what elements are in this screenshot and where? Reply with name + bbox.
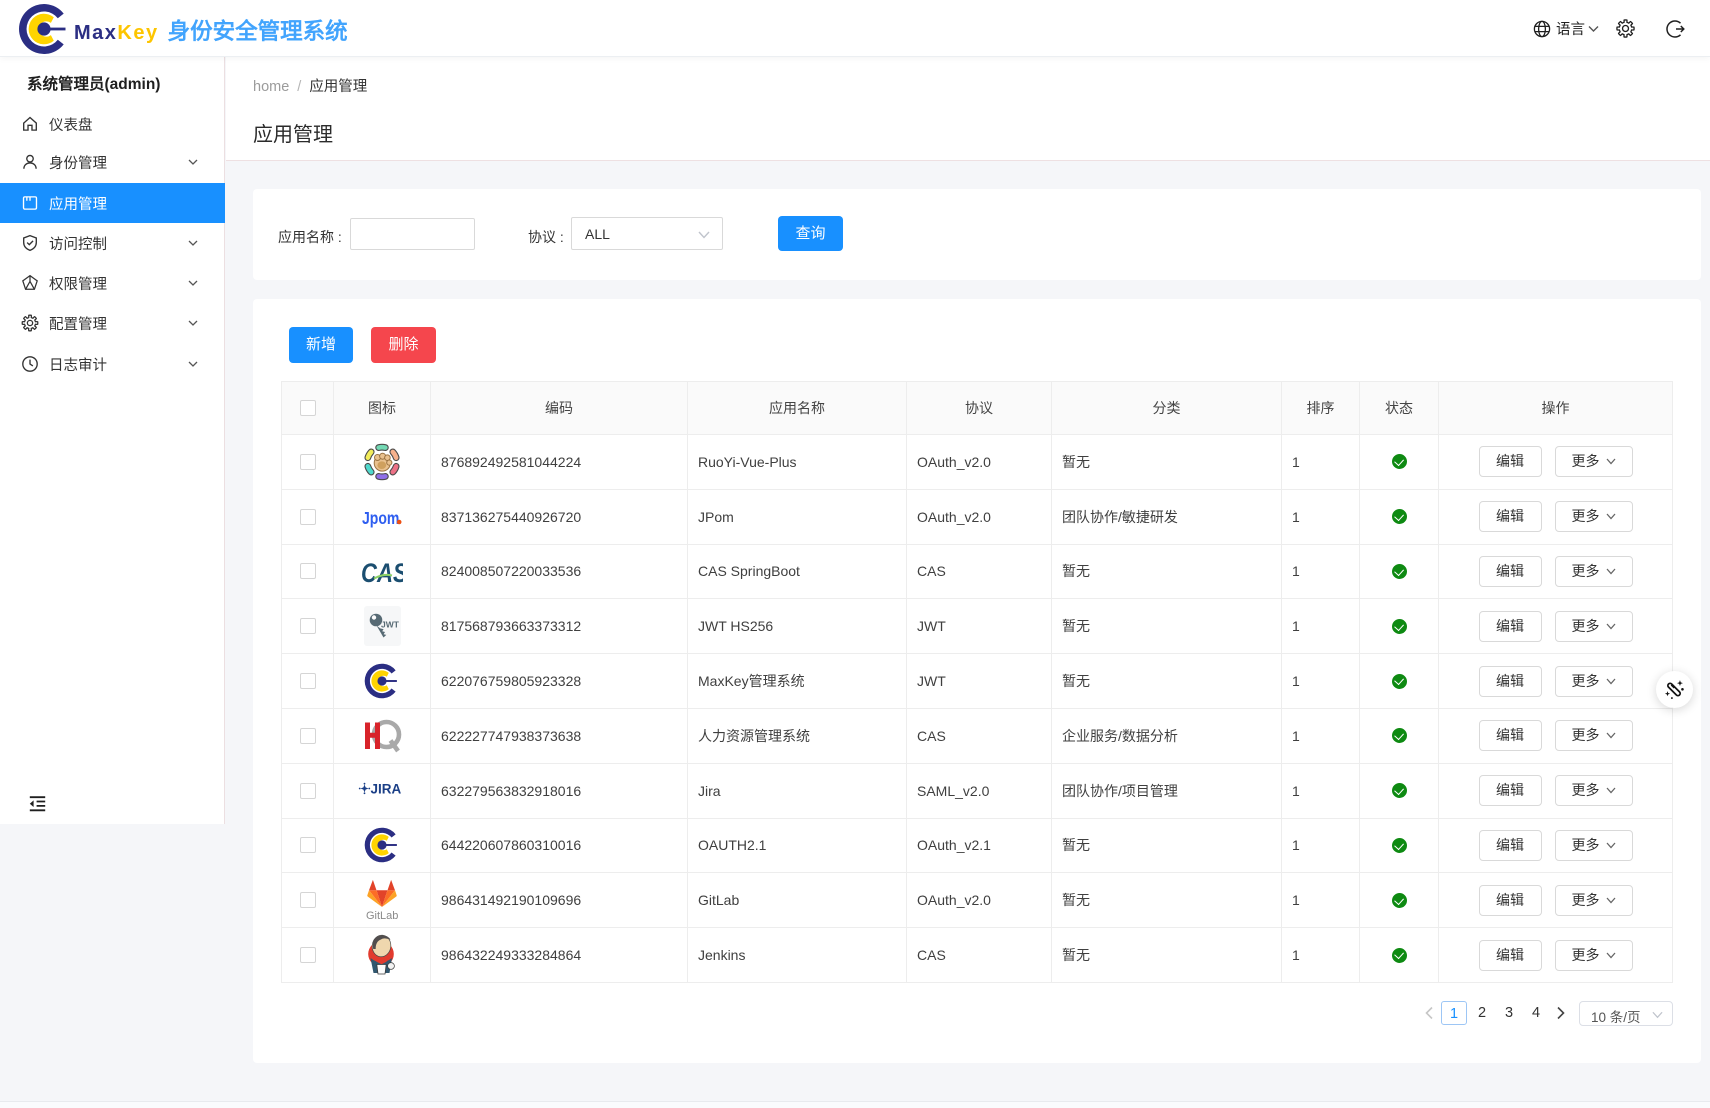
svg-text:JIRA: JIRA	[371, 781, 402, 796]
svg-text:Jpom: Jpom	[362, 508, 399, 528]
svg-text:JWT: JWT	[381, 620, 400, 630]
svg-text:CAS: CAS	[361, 560, 403, 590]
svg-text:GitLab: GitLab	[366, 910, 398, 922]
